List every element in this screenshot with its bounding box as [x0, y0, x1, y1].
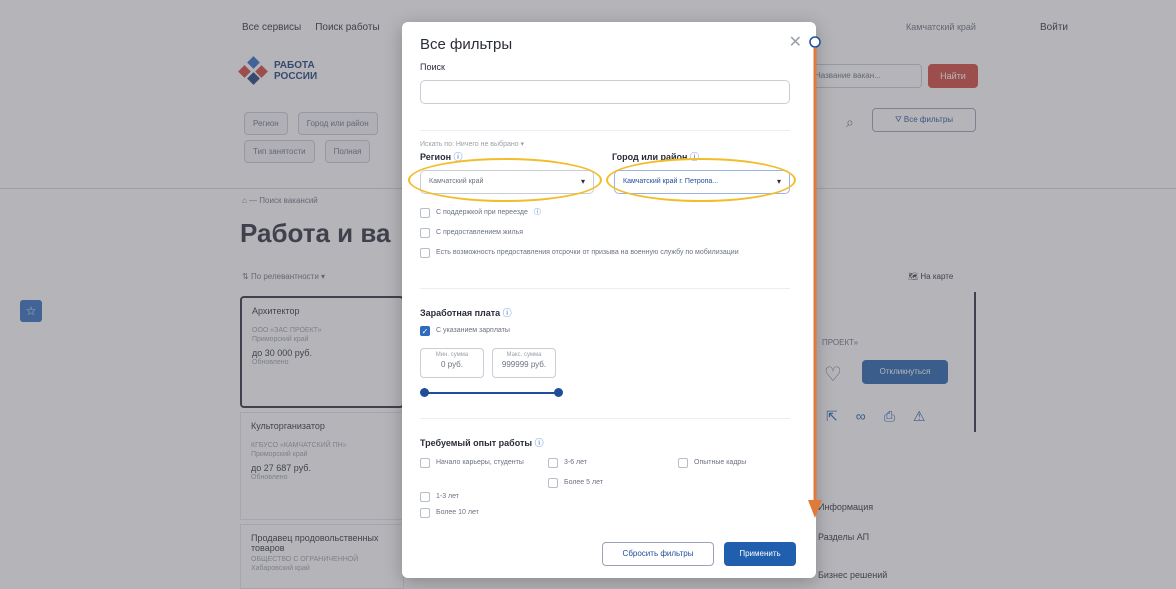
- divider: [420, 418, 790, 419]
- salary-min-handle[interactable]: [420, 388, 429, 397]
- highlight-ellipse-city: [606, 158, 796, 202]
- reset-filters-button[interactable]: Сбросить фильтры: [602, 542, 714, 566]
- checkbox-deferment[interactable]: Есть возможность предоставления отсрочки…: [420, 248, 760, 258]
- apply-button[interactable]: Применить: [724, 542, 796, 566]
- checkbox-exp-senior[interactable]: Опытные кадры: [678, 458, 746, 468]
- search-label: Поиск: [420, 62, 445, 72]
- info-icon[interactable]: ⓘ: [503, 308, 512, 318]
- salary-label: Заработная плата ⓘ: [420, 308, 512, 318]
- scroll-annotation-arrow: [808, 36, 822, 518]
- highlight-ellipse-region: [408, 158, 602, 202]
- salary-range-track[interactable]: [424, 392, 558, 394]
- divider: [420, 288, 790, 289]
- checkbox-relocation[interactable]: С поддержкой при переезде ⓘ: [420, 208, 541, 218]
- check-icon: ✓: [420, 326, 430, 336]
- checkbox-with-salary[interactable]: ✓ С указанием зарплаты: [420, 326, 510, 336]
- salary-min-input[interactable]: Мин. сумма 0 руб.: [420, 348, 484, 378]
- all-filters-modal: Все фильтры ✕ Поиск Искать по: Ничего не…: [402, 22, 816, 578]
- search-in-select[interactable]: Искать по: Ничего не выбрано ▾: [420, 140, 524, 148]
- checkbox-exp-3-6[interactable]: 3-6 лет: [548, 458, 587, 468]
- checkbox-exp-10plus[interactable]: Более 10 лет: [420, 508, 479, 518]
- divider: [420, 130, 790, 131]
- salary-max-handle[interactable]: [554, 388, 563, 397]
- modal-title: Все фильтры: [420, 36, 513, 53]
- salary-max-input[interactable]: Макс. сумма 999999 руб.: [492, 348, 556, 378]
- checkbox-housing[interactable]: С предоставлением жилья: [420, 228, 523, 238]
- arrow-head: [808, 500, 822, 518]
- checkbox-exp-1-3[interactable]: 1-3 лет: [420, 492, 459, 502]
- info-icon[interactable]: ⓘ: [535, 438, 544, 448]
- arrow-start-circle: [809, 36, 821, 48]
- close-icon[interactable]: ✕: [789, 32, 802, 52]
- checkbox-exp-5plus[interactable]: Более 5 лет: [548, 478, 603, 488]
- experience-label: Требуемый опыт работы ⓘ: [420, 438, 544, 448]
- info-icon[interactable]: ⓘ: [534, 208, 541, 217]
- search-input[interactable]: [420, 80, 790, 104]
- checkbox-exp-start[interactable]: Начало карьеры, студенты: [420, 458, 530, 468]
